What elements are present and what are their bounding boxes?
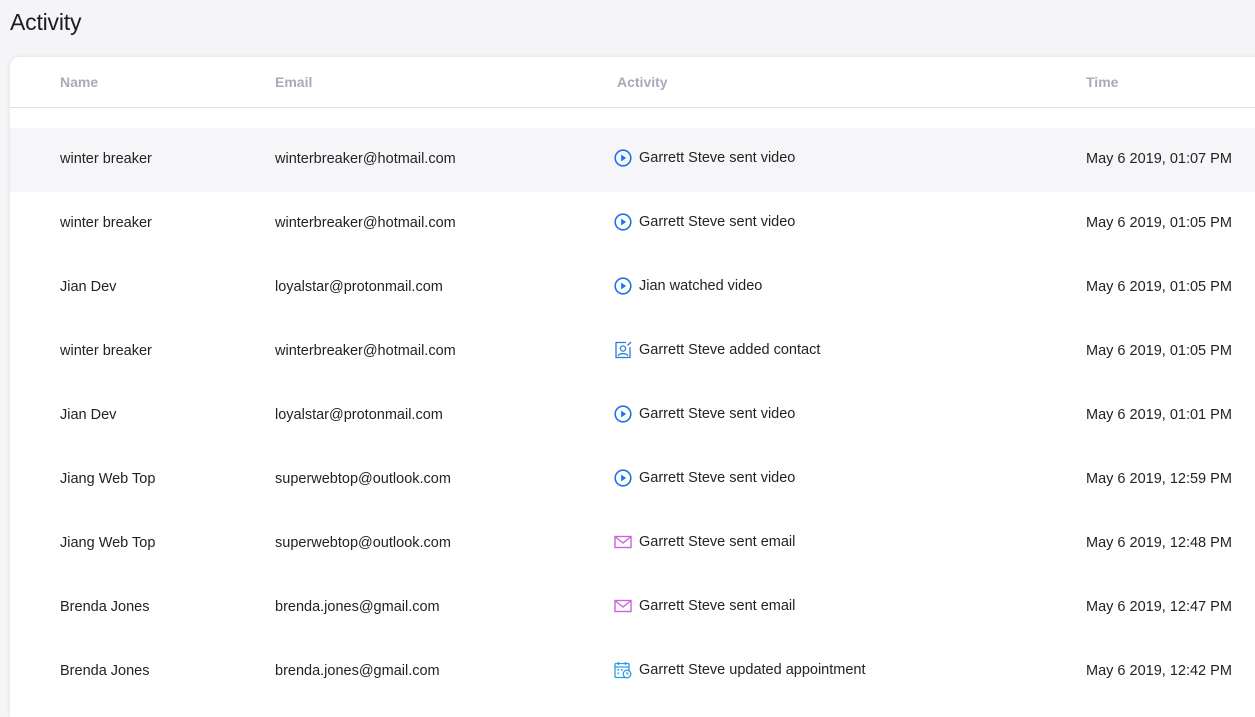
activity-text: Jian watched video <box>639 278 763 294</box>
table-row[interactable]: Jian Dev loyalstar@protonmail.com Jian wat… <box>10 256 1255 320</box>
contact-name[interactable]: winter breaker <box>60 343 152 359</box>
contact-name[interactable]: Jiang Web Top <box>60 535 155 551</box>
activity-text: Garrett Steve sent email <box>639 598 796 614</box>
activity-cell: Jian watched video <box>614 277 762 295</box>
activity-cell: Garrett Steve sent video <box>614 213 795 231</box>
calendar-icon <box>614 661 632 679</box>
play-circle-icon <box>614 149 632 167</box>
column-header-activity[interactable]: Activity <box>617 74 668 90</box>
activity-time: May 6 2019, 12:48 PM <box>1086 535 1232 551</box>
activity-cell: Garrett Steve sent video <box>614 469 795 487</box>
activity-cell: Garrett Steve added contact <box>614 341 820 359</box>
activity-time: May 6 2019, 01:05 PM <box>1086 343 1232 359</box>
contact-email: superwebtop@outlook.com <box>275 471 451 487</box>
contact-email: loyalstar@protonmail.com <box>275 279 443 295</box>
contact-name[interactable]: Jian Dev <box>60 279 116 295</box>
activity-time: May 6 2019, 01:05 PM <box>1086 279 1232 295</box>
activity-text: Garrett Steve sent video <box>639 150 796 166</box>
activity-cell: Garrett Steve updated appointment <box>614 661 866 679</box>
contact-icon <box>614 341 632 359</box>
table-row[interactable]: winter breaker winterbreaker@hotmail.com G… <box>10 320 1255 384</box>
activity-text: Garrett Steve added contact <box>639 342 821 358</box>
activity-time: May 6 2019, 01:07 PM <box>1086 151 1232 167</box>
contact-name[interactable]: Brenda Jones <box>60 663 149 679</box>
activity-text: Garrett Steve sent email <box>639 534 796 550</box>
table-row[interactable]: Jian Dev loyalstar@protonmail.com Garrett … <box>10 384 1255 448</box>
contact-name[interactable]: Brenda Jones <box>60 599 149 615</box>
activity-time: May 6 2019, 01:05 PM <box>1086 215 1232 231</box>
activity-cell: Garrett Steve sent email <box>614 597 795 615</box>
activity-text: Garrett Steve updated appointment <box>639 662 866 678</box>
contact-email: winterbreaker@hotmail.com <box>275 151 456 167</box>
contact-email: winterbreaker@hotmail.com <box>275 343 456 359</box>
activity-cell: Garrett Steve sent video <box>614 405 795 423</box>
column-header-name[interactable]: Name <box>60 74 98 90</box>
column-header-time[interactable]: Time <box>1086 74 1118 90</box>
table-row[interactable]: Jiang Web Top superwebtop@outlook.com Garr… <box>10 448 1255 512</box>
activity-text: Garrett Steve sent video <box>639 214 796 230</box>
contact-email: loyalstar@protonmail.com <box>275 407 443 423</box>
activity-table: Name Email Activity Time winter breaker w… <box>10 57 1255 717</box>
activity-text: Garrett Steve sent video <box>639 470 796 486</box>
play-circle-icon <box>614 213 632 231</box>
activity-cell: Garrett Steve sent video <box>614 149 795 167</box>
column-header-email[interactable]: Email <box>275 74 312 90</box>
play-circle-icon <box>614 277 632 295</box>
activity-time: May 6 2019, 01:01 PM <box>1086 407 1232 423</box>
contact-email: superwebtop@outlook.com <box>275 535 451 551</box>
table-header: Name Email Activity Time <box>10 57 1255 108</box>
activity-cell: Garrett Steve sent email <box>614 533 795 551</box>
contact-name[interactable]: Jiang Web Top <box>60 471 155 487</box>
table-row[interactable]: Brenda Jones brenda.jones@gmail.com Garret… <box>10 640 1255 704</box>
envelope-icon <box>614 533 632 551</box>
contact-email: winterbreaker@hotmail.com <box>275 215 456 231</box>
play-circle-icon <box>614 405 632 423</box>
activity-time: May 6 2019, 12:47 PM <box>1086 599 1232 615</box>
envelope-icon <box>614 597 632 615</box>
table-body: winter breaker winterbreaker@hotmail.com G… <box>10 128 1255 704</box>
table-row[interactable]: winter breaker winterbreaker@hotmail.com G… <box>10 128 1255 192</box>
page-title: Activity <box>10 9 82 35</box>
activity-time: May 6 2019, 12:42 PM <box>1086 663 1232 679</box>
table-row[interactable]: winter breaker winterbreaker@hotmail.com G… <box>10 192 1255 256</box>
contact-name[interactable]: winter breaker <box>60 151 152 167</box>
contact-name[interactable]: Jian Dev <box>60 407 116 423</box>
table-row[interactable]: Jiang Web Top superwebtop@outlook.com Garr… <box>10 512 1255 576</box>
contact-name[interactable]: winter breaker <box>60 215 152 231</box>
play-circle-icon <box>614 469 632 487</box>
contact-email: brenda.jones@gmail.com <box>275 599 440 615</box>
table-row[interactable]: Brenda Jones brenda.jones@gmail.com Garret… <box>10 576 1255 640</box>
contact-email: brenda.jones@gmail.com <box>275 663 440 679</box>
activity-time: May 6 2019, 12:59 PM <box>1086 471 1232 487</box>
activity-text: Garrett Steve sent video <box>639 406 796 422</box>
